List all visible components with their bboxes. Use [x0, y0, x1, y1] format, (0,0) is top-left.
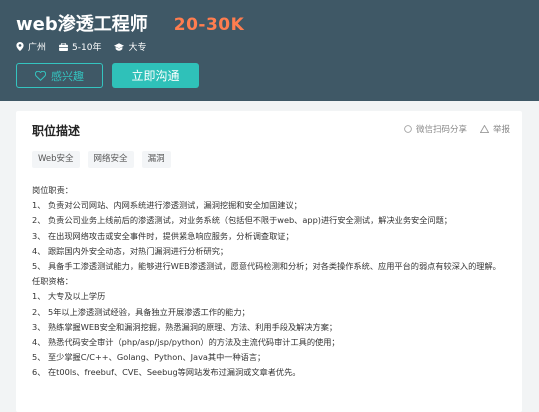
heart-icon [35, 70, 46, 81]
interest-label: 感兴趣 [51, 69, 84, 83]
description-line: 2、 5年以上渗透测试经验，具备独立开展渗透工作的能力； [32, 306, 250, 317]
graduation-cap-icon [114, 42, 125, 51]
briefcase-icon [59, 42, 68, 51]
skill-tags: Web安全 网络安全 漏洞 [32, 151, 179, 168]
share-icon [404, 125, 412, 133]
share-label: 微信扫码分享 [415, 125, 467, 135]
meta-city: 广州 [16, 40, 46, 53]
job-title: web渗透工程师 [16, 14, 148, 35]
description-line: 4、 熟悉代码安全审计（php/asp/jsp/python）的方法及主流代码审… [32, 337, 340, 348]
wechat-share-link[interactable]: 微信扫码分享 [404, 123, 467, 135]
experience-text: 5-10年 [72, 43, 102, 53]
description-line: 1、 负责对公司网站、内网系统进行渗透测试，漏洞挖掘和安全加固建议； [32, 200, 302, 211]
meta-education: 大专 [114, 40, 146, 53]
description-line: 6、 在t00ls、freebuf、CVE、Seebug等网站发布过漏洞或文章者… [32, 367, 301, 378]
warning-icon [479, 125, 489, 133]
chat-now-button[interactable]: 立即沟通 [112, 63, 199, 88]
city-text: 广州 [28, 43, 47, 53]
location-icon [16, 42, 24, 51]
description-text: 岗位职责： 1、 负责对公司网站、内网系统进行渗透测试，漏洞挖掘和安全加固建议；… [32, 183, 512, 381]
skill-tag: 网络安全 [87, 151, 134, 168]
section-title: 职位描述 [32, 124, 81, 138]
description-line: 岗位职责： [32, 185, 73, 195]
description-line: 2、 负责公司业务上线前后的渗透测试，对业务系统（包括但不限于web、app)进… [32, 215, 452, 226]
salary: 20-30K [173, 15, 245, 35]
description-line: 任职资格： [32, 276, 73, 287]
skill-tag: 漏洞 [141, 151, 171, 168]
description-line: 5、 具备手工渗透测试能力，能够进行WEB渗透测试，愿意代码检测和分析；对各类操… [32, 261, 501, 272]
interest-button[interactable]: 感兴趣 [16, 63, 103, 88]
description-line: 5、 至少掌握C/C++、Golang、Python、Java其中一种语言； [32, 352, 266, 363]
report-link[interactable]: 举报 [479, 123, 510, 135]
description-line: 1、 大专及以上学历 [32, 291, 106, 302]
meta-experience: 5-10年 [59, 40, 101, 53]
title-row: web渗透工程师 20-30K [16, 10, 244, 36]
job-meta: 广州 5-10年 大专 [16, 40, 159, 53]
job-description-card: 职位描述 微信扫码分享 举报 Web安全 网络安全 漏洞 岗位职责： 1、 负责… [16, 111, 522, 412]
description-line: 4、 跟踪国内外安全动态，对热门漏洞进行分析研究； [32, 245, 229, 256]
report-label: 举报 [492, 125, 510, 135]
job-header: web渗透工程师 20-30K 广州 5-10年 大专 感兴趣 立即沟通 [0, 0, 539, 101]
description-line: 3、 在出现网络攻击或安全事件时，提供紧急响应服务，分析调查取证； [32, 230, 294, 241]
chat-label: 立即沟通 [131, 69, 180, 83]
card-actions: 微信扫码分享 举报 [391, 123, 510, 135]
education-text: 大专 [128, 43, 147, 53]
skill-tag: Web安全 [32, 151, 80, 168]
description-line: 3、 熟练掌握WEB安全和漏洞挖掘，熟悉漏洞的原理、方法、利用手段及解决方案； [32, 321, 338, 332]
